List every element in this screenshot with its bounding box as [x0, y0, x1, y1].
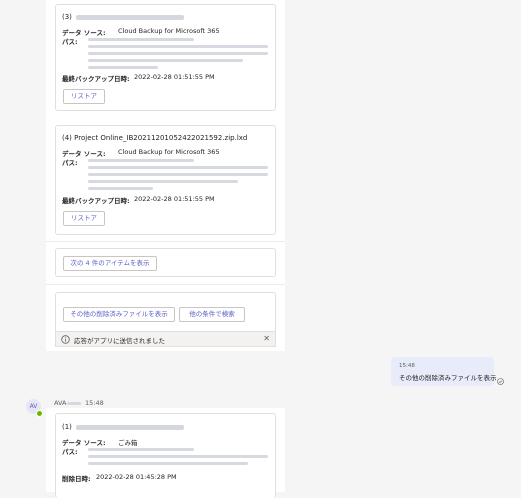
- redacted-path: [88, 66, 158, 69]
- backup-date-label: 最終バックアップ日時:: [62, 197, 130, 205]
- redacted-path: [88, 462, 248, 465]
- card-title: (3): [62, 13, 72, 21]
- show-deleted-files-button[interactable]: その他の削除済みファイルを表示: [63, 307, 175, 322]
- backup-date-value: 2022-02-28 01:51:55 PM: [134, 195, 215, 203]
- close-icon[interactable]: ✕: [263, 334, 270, 343]
- message-time: 15:48: [399, 363, 415, 369]
- redacted-path: [88, 59, 243, 62]
- restore-button[interactable]: リストア: [63, 211, 105, 226]
- redacted-title: [76, 425, 184, 430]
- backup-date-value: 2022-02-28 01:51:55 PM: [134, 73, 215, 81]
- redacted-path: [88, 448, 194, 451]
- user-message-bubble: 15:48 その他の削除済みファイルを表示: [391, 357, 497, 386]
- redacted-name: [67, 402, 81, 405]
- card-title: (4) Project Online_IB2021120105242202159…: [62, 134, 248, 142]
- response-sent-notice: 応答がアプリに送信されました ✕: [55, 331, 276, 347]
- backup-date-label: 最終バックアップ日時:: [62, 75, 130, 83]
- search-other-criteria-button[interactable]: 他の条件で検索: [179, 307, 245, 322]
- redacted-path: [88, 159, 194, 162]
- data-source-value: ごみ箱: [118, 439, 138, 447]
- info-icon: [61, 335, 70, 344]
- redacted-path: [88, 38, 194, 41]
- redacted-path: [88, 45, 268, 48]
- redacted-path: [88, 187, 153, 190]
- show-next-card: 次の 4 件のアイテムを表示: [55, 248, 276, 277]
- redacted-path: [88, 455, 268, 458]
- redacted-path: [88, 52, 268, 55]
- result-card-1: (1) データ ソース: ごみ箱 パス: 削除日時: 2022-02-28 01…: [55, 413, 276, 498]
- data-source-value: Cloud Backup for Microsoft 365: [118, 27, 220, 35]
- result-card-3: (3) データ ソース: Cloud Backup for Microsoft …: [55, 4, 276, 111]
- bot-message-time: 15:48: [85, 399, 104, 407]
- redacted-title: [76, 15, 184, 20]
- deleted-date-label: 削除日時:: [62, 475, 91, 483]
- read-receipt-icon: [497, 378, 504, 385]
- redacted-path: [88, 180, 238, 183]
- result-card-4: (4) Project Online_IB2021120105242202159…: [55, 125, 276, 235]
- deleted-date-value: 2022-02-28 01:45:28 PM: [96, 473, 177, 481]
- divider: [46, 241, 285, 242]
- redacted-path: [88, 166, 268, 169]
- divider: [46, 284, 285, 285]
- data-source-value: Cloud Backup for Microsoft 365: [118, 148, 220, 156]
- actions-card: その他の削除済みファイルを表示 他の条件で検索: [55, 292, 276, 332]
- bot-name[interactable]: AVA: [54, 399, 67, 407]
- notice-text: 応答がアプリに送信されました: [74, 337, 165, 345]
- presence-indicator: [36, 410, 43, 417]
- path-label: パス:: [62, 159, 78, 167]
- redacted-path: [88, 173, 268, 176]
- card-title: (1): [62, 423, 72, 431]
- path-label: パス:: [62, 38, 78, 46]
- path-label: パス:: [62, 448, 78, 456]
- message-text: その他の削除済みファイルを表示: [399, 374, 497, 382]
- restore-button[interactable]: リストア: [63, 89, 105, 104]
- show-next-items-button[interactable]: 次の 4 件のアイテムを表示: [63, 256, 157, 271]
